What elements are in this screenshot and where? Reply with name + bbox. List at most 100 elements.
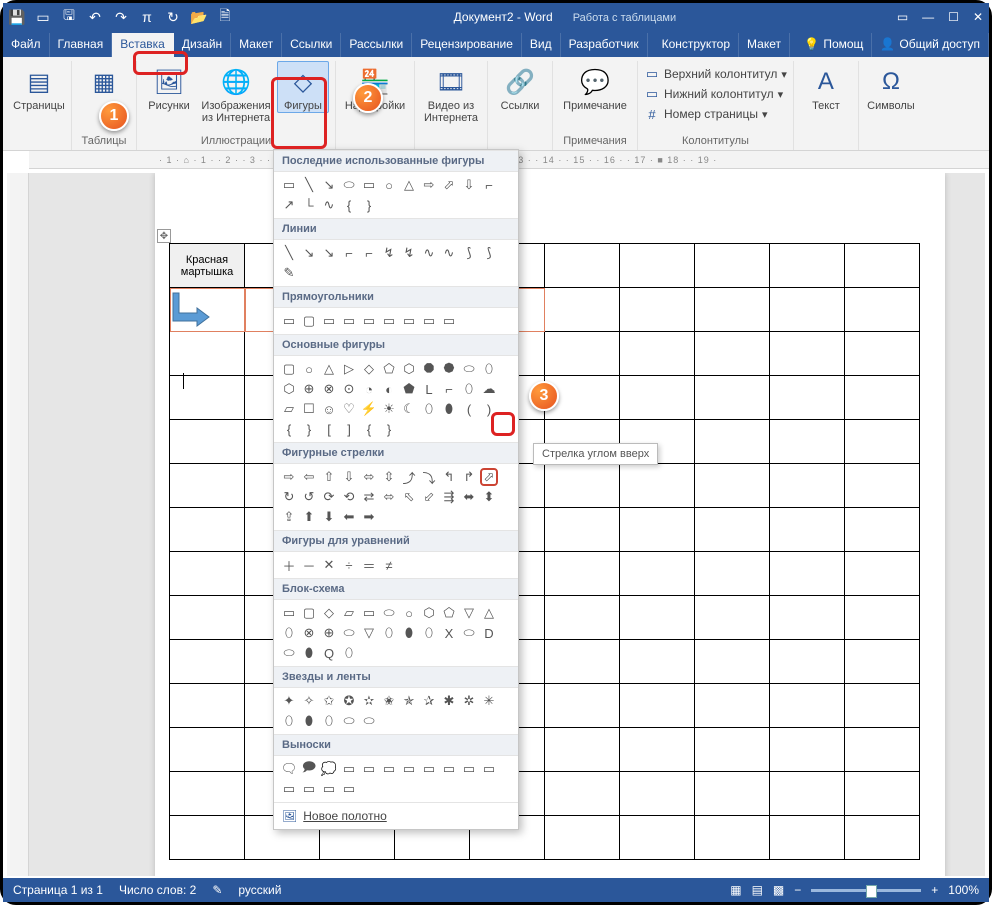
tab-developer[interactable]: Разработчик [561, 33, 648, 57]
shape-item[interactable]: ⇶ [440, 488, 458, 506]
shape-item[interactable]: ∿ [420, 244, 438, 262]
shape-item[interactable]: ↘ [300, 244, 318, 262]
shape-item[interactable]: ▭ [480, 760, 498, 778]
shape-item[interactable]: ∿ [440, 244, 458, 262]
read-mode-icon[interactable]: ▦ [730, 883, 741, 897]
shape-item[interactable]: ⇪ [280, 508, 298, 526]
status-words[interactable]: Число слов: 2 [119, 883, 196, 897]
shape-item[interactable]: ▭ [280, 780, 298, 798]
symbols-button[interactable]: ΩСимволы [865, 61, 917, 113]
table-cell[interactable]: Красная мартышка [170, 244, 245, 288]
shape-item[interactable]: [ [320, 420, 338, 438]
shape-item[interactable]: ↺ [300, 488, 318, 506]
shape-item[interactable]: ⬍ [480, 488, 498, 506]
shape-item[interactable]: ✲ [460, 692, 478, 710]
shape-item[interactable]: ▭ [460, 760, 478, 778]
tab-design[interactable]: Дизайн [174, 33, 231, 57]
shape-item[interactable]: ✧ [300, 692, 318, 710]
shape-item[interactable]: ⬭ [460, 624, 478, 642]
shape-item[interactable]: ⬮ [400, 624, 418, 642]
shape-item[interactable]: ⬠ [380, 360, 398, 378]
shape-item[interactable]: { [280, 420, 298, 438]
minimize-icon[interactable]: — [922, 10, 934, 24]
shape-item[interactable]: ✕ [320, 556, 338, 574]
shape-item[interactable]: ⬇ [320, 508, 338, 526]
shape-item[interactable]: ⇄ [360, 488, 378, 506]
new-icon[interactable]: ▭ [35, 9, 51, 25]
shape-item[interactable]: ＝ [360, 556, 378, 574]
shape-item[interactable]: ⬄ [360, 468, 378, 486]
shape-item[interactable]: ÷ [340, 556, 358, 574]
shape-item[interactable]: ⬮ [300, 712, 318, 730]
shape-item[interactable]: } [300, 420, 318, 438]
shape-bent-arrow-up[interactable]: ⬀ [480, 468, 498, 486]
shape-item[interactable]: ◇ [320, 604, 338, 622]
shape-item[interactable]: ＋ [280, 556, 298, 574]
shape-item[interactable]: { [360, 420, 378, 438]
shape-item[interactable]: ⬟ [400, 380, 418, 398]
text-button[interactable]: AТекст [800, 61, 852, 113]
shape-item[interactable]: － [300, 556, 318, 574]
shape-item[interactable]: X [440, 624, 458, 642]
comment-button[interactable]: 💬Примечание [559, 61, 631, 113]
shape-item[interactable]: ✰ [420, 692, 438, 710]
shape-item[interactable]: ▭ [360, 312, 378, 330]
shape-item[interactable]: ⟳ [320, 488, 338, 506]
shape-item[interactable]: ✩ [320, 692, 338, 710]
shape-item[interactable]: ▭ [380, 760, 398, 778]
shape-item[interactable]: ▢ [280, 360, 298, 378]
shape-item[interactable]: ☐ [300, 400, 318, 418]
ribbon-toggle-icon[interactable]: ▭ [897, 10, 908, 24]
pages-button[interactable]: ▤Страницы [13, 61, 65, 113]
tab-help[interactable]: 💡Помощ [796, 33, 872, 57]
shape-item[interactable]: ✫ [360, 692, 378, 710]
tab-layout[interactable]: Макет [231, 33, 282, 57]
shape-item[interactable]: ↰ [440, 468, 458, 486]
shape-item[interactable]: ▭ [280, 312, 298, 330]
shape-item[interactable]: ⬄ [380, 488, 398, 506]
shape-item[interactable]: ╲ [280, 244, 298, 262]
shape-item[interactable]: ▱ [340, 604, 358, 622]
shape-item[interactable]: ⬭ [360, 712, 378, 730]
shape-item[interactable]: 🗩 [300, 760, 318, 778]
shape-item[interactable]: ▭ [340, 780, 358, 798]
shape-item[interactable]: ▢ [300, 312, 318, 330]
shape-item[interactable]: ▭ [320, 312, 338, 330]
shape-item[interactable]: ⬯ [480, 360, 498, 378]
shape-item[interactable]: ▭ [280, 176, 298, 194]
shape-item[interactable]: ○ [300, 360, 318, 378]
web-layout-icon[interactable]: ▩ [773, 883, 784, 897]
shape-item[interactable]: ☀ [380, 400, 398, 418]
pictures-button[interactable]: 🖼Рисунки [143, 61, 195, 113]
shape-item[interactable]: ] [340, 420, 358, 438]
shape-item[interactable]: △ [400, 176, 418, 194]
shape-item[interactable]: ⊗ [300, 624, 318, 642]
shape-item[interactable]: D [480, 624, 498, 642]
shape-item[interactable]: ▭ [400, 312, 418, 330]
shape-item[interactable]: ☁ [480, 380, 498, 398]
shape-item[interactable]: ▭ [360, 604, 378, 622]
links-button[interactable]: 🔗Ссылки [494, 61, 546, 113]
maximize-icon[interactable]: ☐ [948, 10, 959, 24]
online-pictures-button[interactable]: 🌐Изображения из Интернета [199, 61, 273, 125]
shape-item[interactable]: ⯄ [440, 360, 458, 378]
pi-icon[interactable]: π [139, 9, 155, 25]
shape-item[interactable]: ↯ [380, 244, 398, 262]
shape-item[interactable]: ✯ [400, 692, 418, 710]
shape-item[interactable]: ⊙ [340, 380, 358, 398]
shape-item[interactable]: ◔ [360, 380, 378, 398]
shape-item[interactable]: } [360, 196, 378, 214]
shape-item[interactable]: ⬭ [340, 624, 358, 642]
shape-item[interactable]: ⌐ [340, 244, 358, 262]
tab-share[interactable]: 👤Общий доступ [872, 33, 989, 57]
shape-item[interactable]: ↗ [280, 196, 298, 214]
shape-item[interactable]: ⬭ [380, 604, 398, 622]
shape-item[interactable]: ✎ [280, 264, 298, 282]
status-language[interactable]: русский [238, 883, 281, 897]
shape-item[interactable]: ⬡ [420, 604, 438, 622]
pagenumber-button[interactable]: #Номер страницы ▾ [644, 105, 767, 123]
shape-item[interactable]: ▭ [440, 312, 458, 330]
shape-item[interactable]: ⬯ [420, 400, 438, 418]
shape-item[interactable]: ⬆ [300, 508, 318, 526]
shape-item[interactable]: Q [320, 644, 338, 662]
